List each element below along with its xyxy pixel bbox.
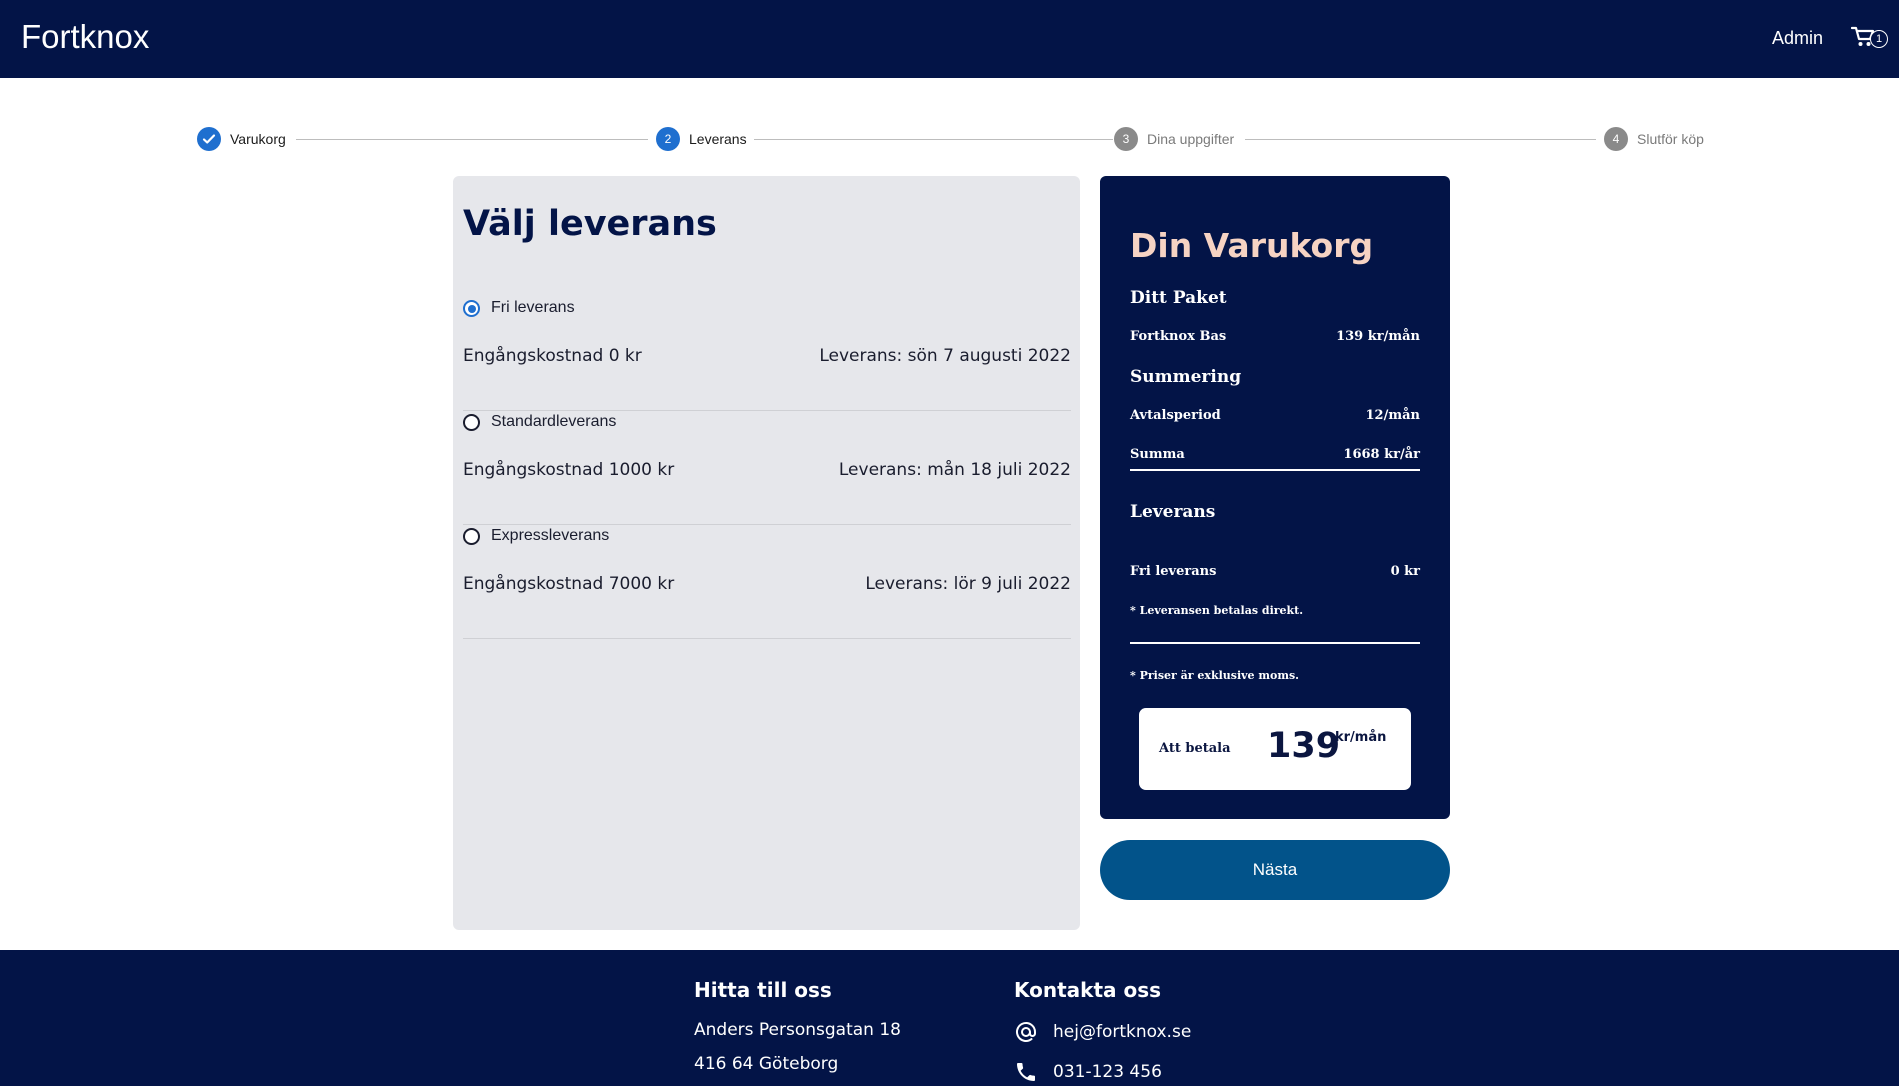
package-row: Fortknox Bas 139 kr/mån (1130, 329, 1420, 344)
delivery-option-date: Leverans: mån 18 juli 2022 (838, 460, 1071, 480)
delivery-panel: Välj leverans Fri leverans Engångskostna… (453, 176, 1080, 930)
delivery-name: Fri leverans (1130, 564, 1217, 579)
package-name: Fortknox Bas (1130, 329, 1227, 344)
delivery-title: Välj leverans (463, 204, 717, 244)
email-link[interactable]: hej@fortknox.se (1053, 1022, 1191, 1042)
step-leverans[interactable]: 2 Leverans (656, 126, 747, 152)
delivery-radio-express[interactable] (463, 527, 480, 545)
check-icon (197, 127, 221, 151)
delivery-note: * Leveransen betalas direkt. (1130, 604, 1304, 617)
delivery-option-fri[interactable]: Fri leverans Engångskostnad 0 kr Leveran… (463, 296, 1071, 411)
admin-link[interactable]: Admin (1772, 28, 1823, 49)
delivery-option-cost: Engångskostnad 7000 kr (463, 574, 675, 594)
delivery-price: 0 kr (1390, 564, 1420, 579)
next-button[interactable]: Nästa (1100, 840, 1450, 900)
vat-note: * Priser är exklusive moms. (1130, 669, 1299, 682)
email-icon (1016, 1021, 1036, 1042)
step-slutfor-kop[interactable]: 4 Slutför köp (1604, 126, 1704, 152)
step-label: Slutför köp (1637, 131, 1704, 147)
period-value: 12/mån (1365, 408, 1420, 423)
step-number: 2 (656, 127, 680, 151)
sum-label: Summa (1130, 447, 1185, 462)
delivery-option-name: Fri leverans (491, 299, 575, 316)
pay-amount: 139 (1267, 726, 1341, 766)
pay-unit: kr/mån (1335, 730, 1387, 745)
sum-value: 1668 kr/år (1343, 447, 1420, 462)
step-label: Varukorg (230, 131, 286, 147)
delivery-option-express[interactable]: Expressleverans Engångskostnad 7000 kr L… (463, 524, 1071, 639)
pay-label: Att betala (1159, 741, 1231, 756)
delivery-option-cost: Engångskostnad 1000 kr (463, 460, 675, 480)
find-us-title: Hitta till oss (694, 978, 832, 1002)
step-varukorg[interactable]: Varukorg (197, 126, 286, 152)
summary-divider (1130, 642, 1420, 644)
delivery-row: Fri leverans 0 kr (1130, 564, 1420, 579)
step-number: 3 (1114, 127, 1138, 151)
stepper-connector (296, 139, 648, 140)
top-navbar: Fortknox Admin 1 (0, 0, 1899, 78)
delivery-option-date: Leverans: sön 7 augusti 2022 (819, 346, 1071, 366)
cart-summary: Din Varukorg Ditt Paket Fortknox Bas 139… (1100, 176, 1450, 819)
delivery-radio-standard[interactable] (463, 413, 480, 431)
sum-row: Summa 1668 kr/år (1130, 447, 1420, 462)
contact-title: Kontakta oss (1014, 978, 1162, 1002)
summary-title: Din Varukorg (1130, 226, 1374, 265)
delivery-option-name: Standardleverans (491, 413, 617, 430)
stepper-connector (1245, 139, 1596, 140)
delivery-option-standard[interactable]: Standardleverans Engångskostnad 1000 kr … (463, 410, 1071, 525)
cart-button[interactable]: 1 (1850, 26, 1889, 52)
summary-divider (1130, 469, 1420, 471)
brand-logo[interactable]: Fortknox (21, 18, 149, 56)
package-price: 139 kr/mån (1336, 329, 1420, 344)
checkout-stepper: Varukorg 2 Leverans 3 Dina uppgifter 4 S… (0, 126, 1899, 154)
delivery-option-name: Expressleverans (491, 527, 610, 544)
amount-due-box: Att betala 139 kr/mån (1139, 708, 1411, 790)
period-label: Avtalsperiod (1130, 408, 1221, 423)
address-line: 416 64 Göteborg (694, 1054, 839, 1074)
footer: Hitta till oss Anders Personsgatan 18 41… (0, 950, 1899, 1086)
delivery-radio-fri[interactable] (463, 299, 480, 317)
address-line: Anders Personsgatan 18 (694, 1020, 901, 1040)
step-dina-uppgifter[interactable]: 3 Dina uppgifter (1114, 126, 1234, 152)
package-heading: Ditt Paket (1130, 288, 1227, 308)
step-label: Dina uppgifter (1147, 131, 1235, 147)
period-row: Avtalsperiod 12/mån (1130, 408, 1420, 423)
stepper-connector (754, 139, 1113, 140)
cart-count-badge: 1 (1870, 30, 1888, 48)
delivery-option-date: Leverans: lör 9 juli 2022 (865, 574, 1071, 594)
phone-link[interactable]: 031-123 456 (1053, 1062, 1162, 1082)
step-number: 4 (1604, 127, 1628, 151)
delivery-heading: Leverans (1130, 502, 1216, 522)
step-label: Leverans (689, 131, 747, 147)
phone-icon (1017, 1063, 1035, 1081)
sum-heading: Summering (1130, 367, 1242, 387)
delivery-option-cost: Engångskostnad 0 kr (463, 346, 642, 366)
